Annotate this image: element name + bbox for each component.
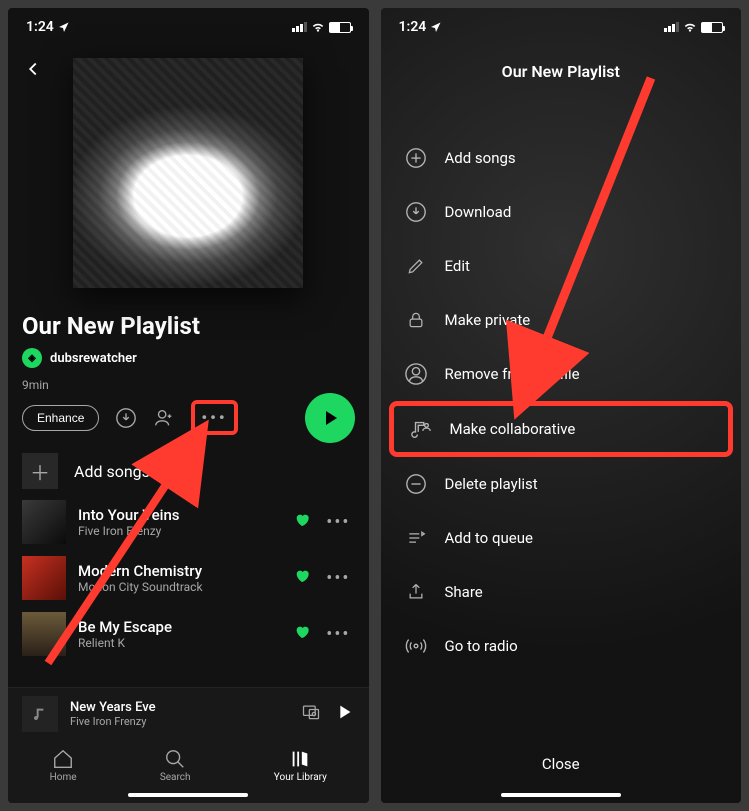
menu-add-to-queue[interactable]: Add to queue [381, 511, 742, 565]
menu-label: Make collaborative [450, 420, 576, 438]
minus-circle-icon [405, 473, 427, 495]
liked-icon[interactable] [294, 512, 310, 532]
track-name: Into Your Veins [78, 506, 282, 524]
liked-icon[interactable] [294, 568, 310, 588]
nav-label: Home [50, 772, 77, 783]
now-playing-art [22, 696, 58, 732]
person-remove-icon [405, 363, 427, 385]
menu-title: Our New Playlist [381, 62, 742, 81]
location-icon [58, 21, 70, 33]
pencil-icon [405, 255, 427, 277]
playlist-title: Our New Playlist [22, 312, 369, 340]
search-icon [164, 748, 186, 770]
add-songs-row[interactable]: ＋ Add songs [22, 453, 355, 489]
add-user-button[interactable] [153, 407, 175, 429]
now-playing-artist: Five Iron Frenzy [70, 715, 289, 728]
bottom-bar: New Years Eve Five Iron Frenzy Home Sear… [8, 687, 369, 803]
track-more-button[interactable]: ••• [322, 568, 354, 589]
menu-label: Make private [445, 311, 531, 329]
battery-icon [329, 22, 351, 33]
now-playing-bar[interactable]: New Years Eve Five Iron Frenzy [8, 688, 369, 740]
nav-library[interactable]: Your Library [274, 748, 327, 783]
share-icon [405, 581, 427, 603]
enhance-button[interactable]: Enhance [22, 405, 99, 431]
radio-icon [405, 635, 427, 657]
cast-icon[interactable] [301, 702, 321, 726]
status-bar: 1:24 [8, 8, 369, 46]
nav-search[interactable]: Search [160, 748, 191, 783]
status-time: 1:24 [399, 19, 427, 35]
menu-label: Download [445, 203, 512, 221]
track-row[interactable]: Be My Escape Relient K ••• [22, 609, 355, 659]
playlist-screen: 1:24 Our New Playlist ◈ dubsrewatcher 9m… [8, 8, 369, 803]
home-indicator [501, 793, 621, 797]
nav-home[interactable]: Home [50, 748, 77, 783]
menu-label: Add to queue [445, 529, 533, 547]
location-icon [430, 21, 442, 33]
track-art [22, 612, 66, 656]
track-more-button[interactable]: ••• [322, 512, 354, 533]
add-songs-label: Add songs [74, 462, 150, 481]
owner-name: dubsrewatcher [50, 351, 137, 366]
menu-delete-playlist[interactable]: Delete playlist [381, 457, 742, 511]
playlist-cover-art [73, 58, 303, 288]
menu-add-songs[interactable]: Add songs [381, 131, 742, 185]
menu-label: Delete playlist [445, 475, 538, 493]
close-button[interactable]: Close [381, 755, 742, 773]
more-options-button[interactable]: ••• [191, 400, 237, 435]
menu-remove-from-profile[interactable]: Remove from profile [381, 347, 742, 401]
track-name: Be My Escape [78, 618, 282, 636]
now-playing-play-button[interactable] [333, 701, 355, 727]
track-name: Modern Chemistry [78, 562, 282, 580]
menu-go-to-radio[interactable]: Go to radio [381, 619, 742, 673]
track-artist: Five Iron Frenzy [78, 524, 282, 538]
menu-label: Go to radio [445, 637, 518, 655]
queue-icon [405, 527, 427, 549]
menu-edit[interactable]: Edit [381, 239, 742, 293]
home-indicator [128, 793, 248, 797]
track-row[interactable]: Into Your Veins Five Iron Frenzy ••• [22, 497, 355, 547]
nav-label: Search [160, 772, 191, 783]
play-button[interactable] [305, 393, 355, 443]
menu-label: Edit [445, 257, 470, 275]
menu-share[interactable]: Share [381, 565, 742, 619]
track-art [22, 556, 66, 600]
download-icon [405, 201, 427, 223]
signal-icon [292, 22, 307, 32]
track-more-button[interactable]: ••• [322, 624, 354, 645]
status-bar: 1:24 [381, 8, 742, 46]
back-button[interactable] [22, 58, 44, 84]
library-icon [289, 748, 311, 770]
collaborative-icon [410, 418, 432, 440]
track-row[interactable]: Modern Chemistry Motion City Soundtrack … [22, 553, 355, 603]
track-artist: Relient K [78, 636, 282, 650]
battery-icon [701, 22, 723, 33]
track-art [22, 500, 66, 544]
menu-label: Remove from profile [445, 365, 580, 383]
menu-make-collaborative[interactable]: Make collaborative [389, 401, 734, 457]
menu-label: Add songs [445, 149, 516, 167]
playlist-duration: 9min [22, 378, 355, 392]
plus-circle-icon [405, 147, 427, 169]
wifi-icon [311, 20, 325, 34]
playlist-menu-screen: 1:24 Our New Playlist Add songs Download… [381, 8, 742, 803]
playlist-owner[interactable]: ◈ dubsrewatcher [22, 348, 355, 368]
now-playing-name: New Years Eve [70, 700, 289, 715]
track-artist: Motion City Soundtrack [78, 580, 282, 594]
wifi-icon [683, 20, 697, 34]
liked-icon[interactable] [294, 624, 310, 644]
menu-label: Share [445, 583, 483, 601]
menu-make-private[interactable]: Make private [381, 293, 742, 347]
lock-icon [405, 309, 427, 331]
nav-label: Your Library [274, 772, 327, 783]
status-time: 1:24 [26, 19, 54, 35]
context-menu: Add songs Download Edit Make private Rem… [381, 131, 742, 673]
signal-icon [664, 22, 679, 32]
plus-icon: ＋ [22, 453, 58, 489]
owner-avatar: ◈ [22, 348, 42, 368]
menu-download[interactable]: Download [381, 185, 742, 239]
download-button[interactable] [115, 407, 137, 429]
home-icon [52, 748, 74, 770]
